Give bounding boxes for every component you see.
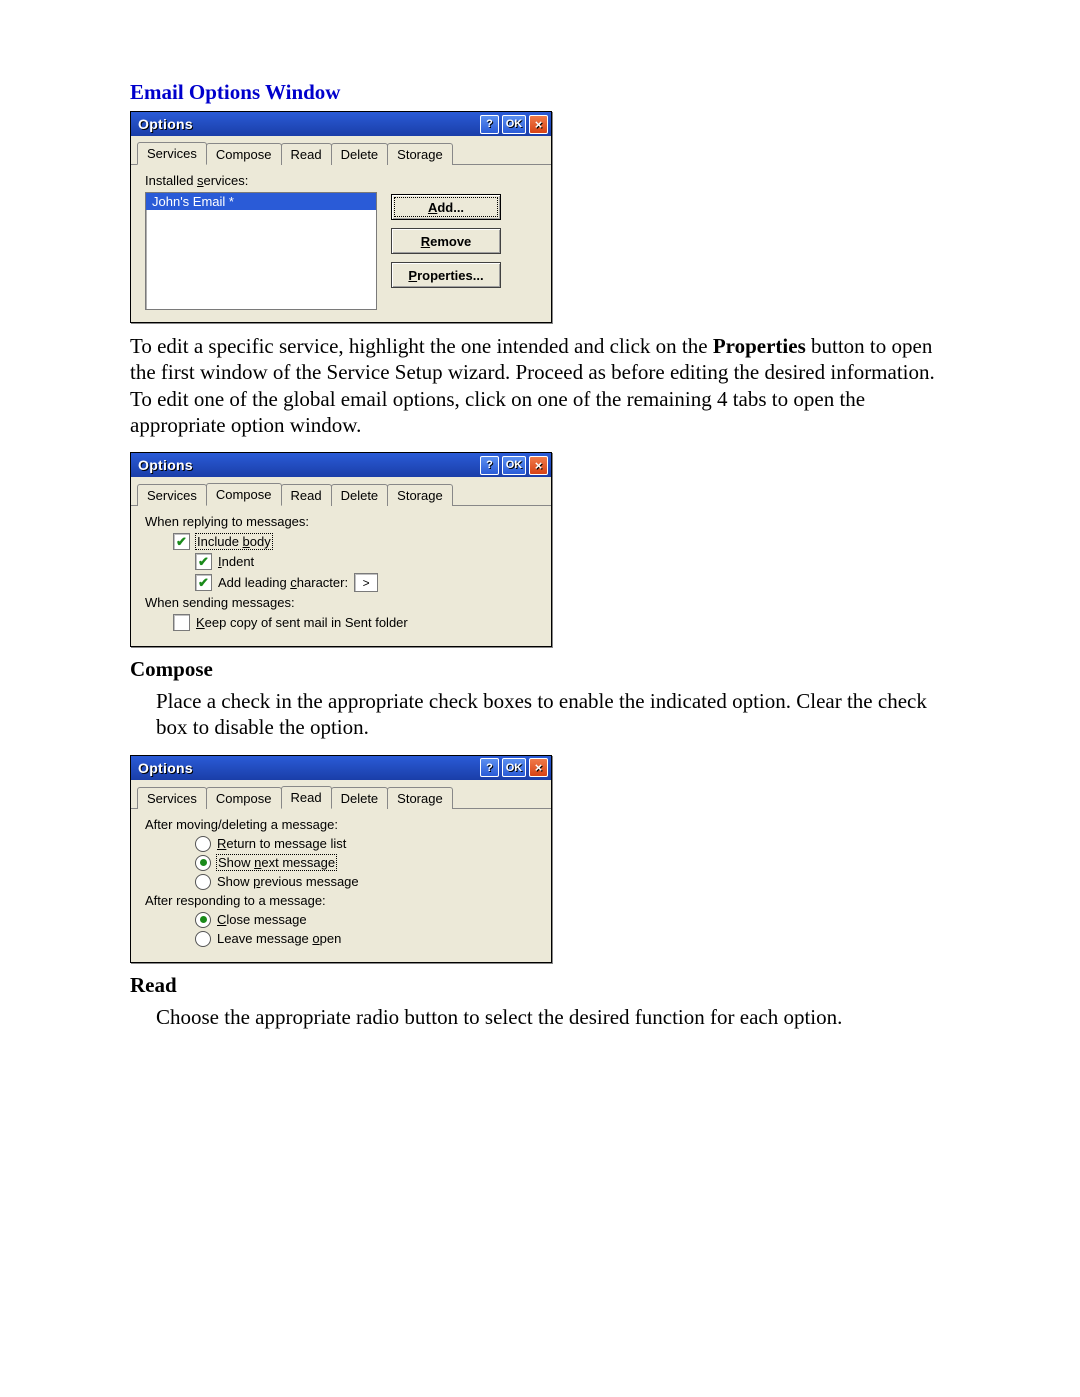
window-title: Options [138, 457, 477, 473]
paragraph-compose: Place a check in the appropriate check b… [156, 688, 950, 741]
radio-icon[interactable] [195, 874, 211, 890]
reply-section-label: When replying to messages: [145, 514, 541, 529]
send-section-label: When sending messages: [145, 595, 541, 610]
options-window-compose: Options ? OK × Services Compose Read Del… [130, 452, 552, 647]
window-title: Options [138, 116, 477, 132]
indent-option[interactable]: ✔ Indent [195, 553, 541, 570]
compose-heading: Compose [130, 657, 950, 682]
close-button[interactable]: × [529, 456, 548, 475]
page-title: Email Options Window [130, 80, 950, 105]
close-message-option[interactable]: Close message [195, 912, 541, 928]
include-body-option[interactable]: ✔ Include body [173, 533, 541, 550]
tab-services[interactable]: Services [137, 787, 207, 809]
ok-button[interactable]: OK [502, 456, 526, 475]
tab-read[interactable]: Read [281, 484, 332, 506]
return-to-list-option[interactable]: Return to message list [195, 836, 541, 852]
tab-storage[interactable]: Storage [387, 484, 453, 506]
checkbox-icon[interactable] [173, 614, 190, 631]
tab-compose[interactable]: Compose [206, 787, 282, 809]
remove-button[interactable]: Remove [391, 228, 501, 254]
tab-read[interactable]: Read [281, 143, 332, 165]
show-previous-option[interactable]: Show previous message [195, 874, 541, 890]
checkbox-icon[interactable]: ✔ [195, 553, 212, 570]
checkbox-icon[interactable]: ✔ [173, 533, 190, 550]
leading-char-option[interactable]: ✔ Add leading character: > [195, 573, 541, 592]
tab-bar: Services Compose Read Delete Storage [131, 136, 551, 165]
radio-icon[interactable] [195, 836, 211, 852]
tab-storage[interactable]: Storage [387, 787, 453, 809]
tab-read[interactable]: Read [281, 786, 332, 809]
radio-icon[interactable] [195, 912, 211, 928]
help-button[interactable]: ? [480, 456, 499, 475]
titlebar: Options ? OK × [131, 453, 551, 477]
tab-bar: Services Compose Read Delete Storage [131, 780, 551, 809]
tab-compose[interactable]: Compose [206, 483, 282, 506]
window-title: Options [138, 760, 477, 776]
close-button[interactable]: × [529, 115, 548, 134]
paragraph-read: Choose the appropriate radio button to s… [156, 1004, 950, 1030]
help-button[interactable]: ? [480, 115, 499, 134]
tab-bar: Services Compose Read Delete Storage [131, 477, 551, 506]
leading-char-input[interactable]: > [354, 573, 378, 592]
tab-services[interactable]: Services [137, 484, 207, 506]
tab-delete[interactable]: Delete [331, 787, 389, 809]
checkbox-icon[interactable]: ✔ [195, 574, 212, 591]
tab-services[interactable]: Services [137, 142, 207, 165]
tab-delete[interactable]: Delete [331, 484, 389, 506]
titlebar: Options ? OK × [131, 112, 551, 136]
installed-services-label: Installed services: [145, 173, 541, 188]
ok-button[interactable]: OK [502, 115, 526, 134]
paragraph-services: To edit a specific service, highlight th… [130, 333, 950, 438]
list-item[interactable]: John's Email * [146, 193, 376, 210]
properties-button[interactable]: Properties... [391, 262, 501, 288]
radio-icon[interactable] [195, 931, 211, 947]
tab-compose[interactable]: Compose [206, 143, 282, 165]
services-listbox[interactable]: John's Email * [145, 192, 377, 310]
close-button[interactable]: × [529, 758, 548, 777]
ok-button[interactable]: OK [502, 758, 526, 777]
tab-delete[interactable]: Delete [331, 143, 389, 165]
options-window-read: Options ? OK × Services Compose Read Del… [130, 755, 552, 963]
show-next-option[interactable]: Show next message [195, 855, 541, 871]
titlebar: Options ? OK × [131, 756, 551, 780]
read-heading: Read [130, 973, 950, 998]
radio-icon[interactable] [195, 855, 211, 871]
tab-storage[interactable]: Storage [387, 143, 453, 165]
respond-label: After responding to a message: [145, 893, 541, 908]
keep-copy-option[interactable]: Keep copy of sent mail in Sent folder [173, 614, 541, 631]
leave-open-option[interactable]: Leave message open [195, 931, 541, 947]
help-button[interactable]: ? [480, 758, 499, 777]
add-button[interactable]: Add... [391, 194, 501, 220]
options-window-services: Options ? OK × Services Compose Read Del… [130, 111, 552, 323]
move-delete-label: After moving/deleting a message: [145, 817, 541, 832]
